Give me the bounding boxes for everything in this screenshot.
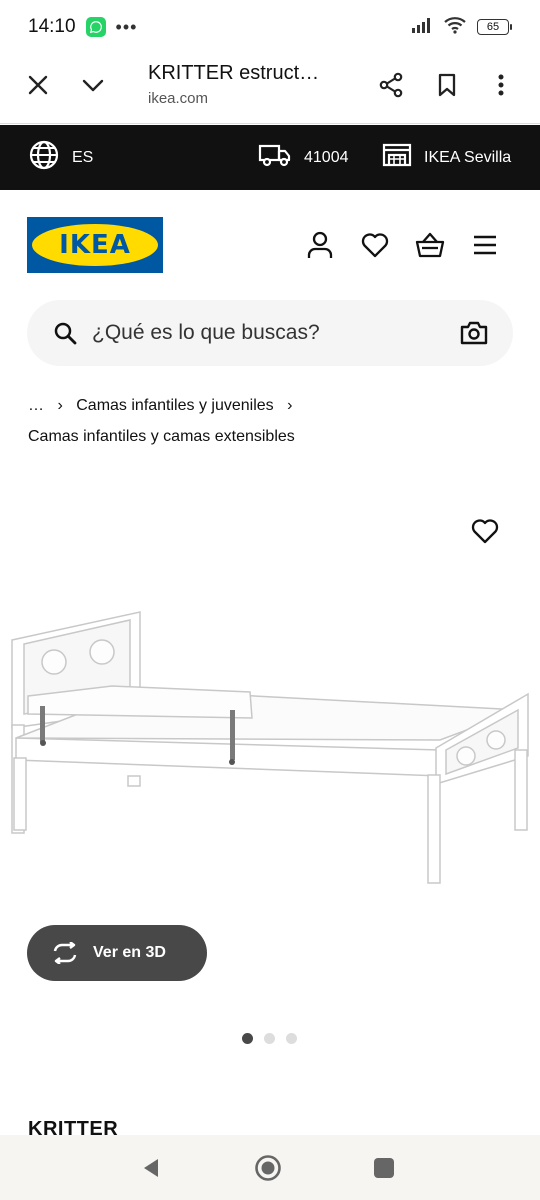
breadcrumb: … › Camas infantiles y juveniles › Camas… bbox=[28, 390, 508, 452]
carousel-dot[interactable] bbox=[264, 1033, 275, 1044]
share-icon[interactable] bbox=[375, 69, 407, 101]
wifi-icon bbox=[443, 16, 467, 39]
globe-icon bbox=[28, 139, 60, 176]
battery-icon: 65 bbox=[477, 19, 512, 35]
store-icon bbox=[382, 141, 412, 174]
postal-code-selector[interactable]: 41004 bbox=[258, 125, 349, 190]
status-time: 14:10 bbox=[28, 16, 76, 37]
language-label: ES bbox=[72, 148, 94, 166]
recents-icon[interactable] bbox=[369, 1153, 399, 1183]
breadcrumb-separator: › bbox=[287, 397, 293, 414]
search-input[interactable] bbox=[92, 300, 442, 366]
view-3d-label: Ver en 3D bbox=[93, 944, 166, 961]
carousel-dot-active[interactable] bbox=[242, 1033, 253, 1044]
store-label: IKEA Sevilla bbox=[424, 148, 512, 166]
back-icon[interactable] bbox=[136, 1153, 166, 1183]
signal-icon bbox=[411, 17, 433, 38]
postal-code-label: 41004 bbox=[304, 148, 349, 166]
more-vertical-icon[interactable] bbox=[485, 69, 517, 101]
rotate-3d-icon bbox=[51, 942, 79, 964]
status-bar: 14:10 ••• 65 bbox=[0, 0, 540, 54]
page-title: KRITTER estruct… bbox=[148, 62, 320, 84]
breadcrumb-separator: › bbox=[57, 397, 63, 414]
bookmark-icon[interactable] bbox=[431, 69, 463, 101]
breadcrumb-ellipsis[interactable]: … bbox=[28, 397, 44, 414]
language-selector[interactable]: ES bbox=[28, 125, 93, 190]
url-block[interactable]: KRITTER estruct… ikea.com bbox=[148, 62, 319, 107]
carousel-dot[interactable] bbox=[286, 1033, 297, 1044]
hamburger-icon[interactable] bbox=[470, 230, 500, 260]
store-selector[interactable]: IKEA Sevilla bbox=[382, 125, 511, 190]
carousel-dots bbox=[242, 1033, 297, 1044]
page-domain: ikea.com bbox=[148, 90, 209, 107]
camera-icon[interactable] bbox=[460, 321, 488, 350]
chevron-down-icon[interactable] bbox=[77, 69, 109, 101]
system-navigation-bar bbox=[0, 1135, 540, 1200]
search-icon bbox=[53, 321, 77, 350]
ikea-top-strip: ES 41004 IKEA Sevilla bbox=[0, 125, 540, 190]
favourite-icon[interactable] bbox=[470, 516, 500, 546]
logo-text: IKEA bbox=[59, 230, 131, 260]
basket-icon[interactable] bbox=[415, 230, 445, 260]
search-bar[interactable] bbox=[27, 300, 513, 366]
close-icon[interactable] bbox=[22, 69, 54, 101]
notification-more-icon: ••• bbox=[115, 16, 138, 37]
breadcrumb-item-current[interactable]: Camas infantiles y camas extensibles bbox=[28, 421, 508, 452]
whatsapp-icon bbox=[85, 17, 106, 37]
browser-toolbar: KRITTER estruct… ikea.com bbox=[0, 54, 540, 124]
view-3d-button[interactable]: Ver en 3D bbox=[27, 925, 207, 981]
account-icon[interactable] bbox=[305, 230, 335, 260]
heart-icon[interactable] bbox=[360, 230, 390, 260]
breadcrumb-item-kids-beds[interactable]: Camas infantiles y juveniles bbox=[76, 397, 273, 414]
product-image-bed[interactable] bbox=[0, 600, 540, 890]
truck-icon bbox=[258, 142, 292, 173]
home-icon[interactable] bbox=[253, 1153, 283, 1183]
ikea-logo[interactable]: IKEA bbox=[27, 217, 163, 273]
battery-level: 65 bbox=[477, 19, 509, 35]
